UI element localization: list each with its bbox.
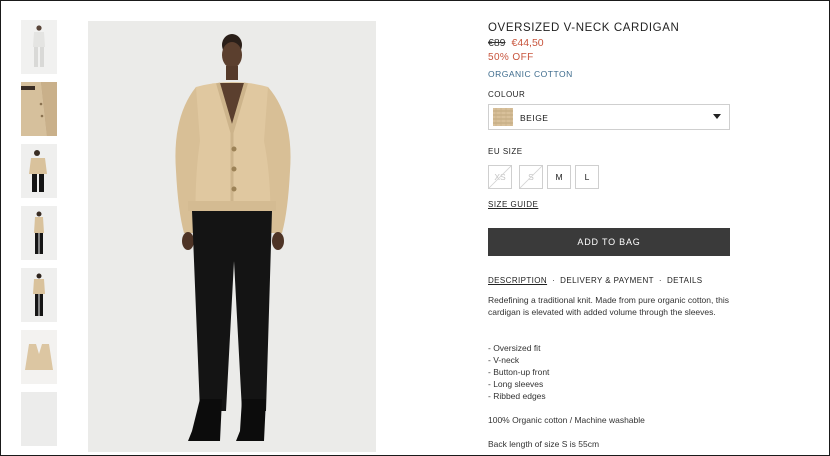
size-option-s[interactable]: S: [519, 165, 543, 189]
info-tabs: DESCRIPTION · DELIVERY & PAYMENT · DETAILS: [488, 276, 703, 285]
description-bullet: - Button-up front: [488, 367, 550, 377]
colour-label: COLOUR: [488, 90, 526, 99]
description-bullet: - V-neck: [488, 355, 520, 365]
size-guide-link[interactable]: SIZE GUIDE: [488, 200, 538, 209]
thumbnail-side-view[interactable]: [21, 206, 57, 260]
sale-price: €44,50: [511, 37, 544, 49]
description-length: Back length of size S is 55cm: [488, 439, 600, 449]
tab-details[interactable]: DETAILS: [667, 276, 703, 285]
description-bullet: - Oversized fit: [488, 343, 541, 353]
size-option-l[interactable]: L: [575, 165, 599, 189]
size-option-m[interactable]: M: [547, 165, 571, 189]
colour-value: BEIGE: [520, 113, 549, 123]
thumbnail-front-model[interactable]: [21, 20, 57, 74]
thumbnail-detail-knit[interactable]: [21, 82, 57, 136]
main-product-image: [88, 21, 376, 452]
tab-delivery-payment[interactable]: DELIVERY & PAYMENT: [560, 276, 654, 285]
tab-description[interactable]: DESCRIPTION: [488, 276, 547, 285]
size-label: EU SIZE: [488, 147, 523, 156]
colour-select[interactable]: BEIGE: [488, 104, 730, 130]
original-price: €89: [488, 37, 506, 49]
colour-swatch: [493, 108, 513, 126]
description-intro: Redefining a traditional knit. Made from…: [488, 295, 729, 317]
description-bullet: - Ribbed edges: [488, 391, 546, 401]
add-to-bag-button[interactable]: ADD TO BAG: [488, 228, 730, 256]
description-bullet: - Long sleeves: [488, 379, 544, 389]
material-link[interactable]: ORGANIC COTTON: [488, 69, 573, 79]
description-care: 100% Organic cotton / Machine washable: [488, 415, 645, 425]
thumbnail-model-pose[interactable]: [21, 144, 57, 198]
chevron-down-icon: [713, 114, 721, 119]
thumbnail-blank[interactable]: [21, 392, 57, 446]
size-option-xs[interactable]: XS: [488, 165, 512, 189]
tab-separator: ·: [658, 276, 662, 285]
product-title: OVERSIZED V-NECK CARDIGAN: [488, 22, 680, 34]
discount-badge: 50% OFF: [488, 52, 534, 63]
thumbnail-back-view[interactable]: [21, 268, 57, 322]
tab-separator: ·: [552, 276, 556, 285]
thumbnail-flat-lay[interactable]: [21, 330, 57, 384]
price-row: €89 €44,50: [488, 37, 544, 49]
